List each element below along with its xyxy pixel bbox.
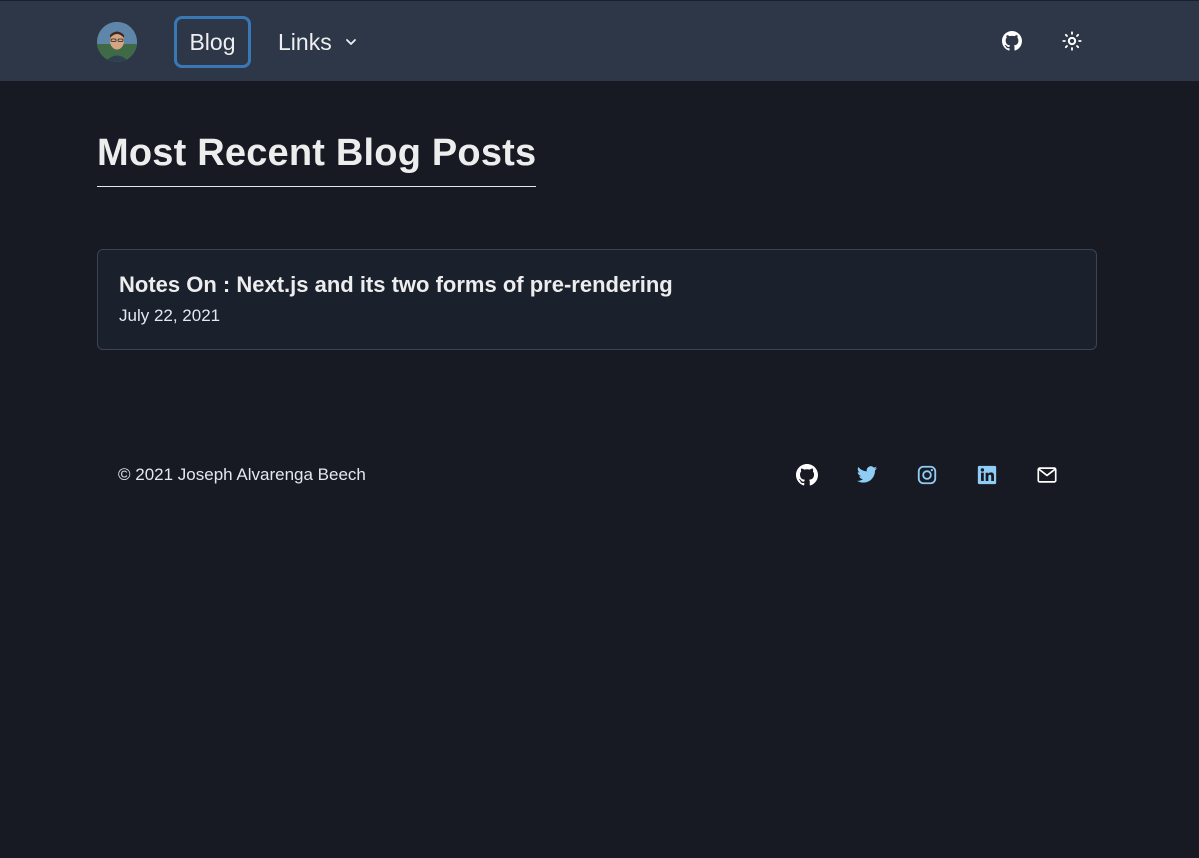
avatar[interactable]: [97, 22, 137, 62]
avatar-image: [97, 22, 137, 62]
top-navbar: Blog Links: [0, 0, 1199, 81]
chevron-down-icon: [345, 39, 356, 45]
post-date: July 22, 2021: [119, 306, 221, 325]
footer-twitter-link[interactable]: [855, 463, 879, 487]
github-icon: [796, 464, 818, 486]
footer-email-link[interactable]: [1035, 463, 1059, 487]
twitter-icon: [856, 466, 878, 483]
footer-linkedin-link[interactable]: [975, 463, 999, 487]
footer-github-link[interactable]: [795, 463, 819, 487]
sun-icon: [1062, 31, 1082, 51]
theme-toggle-button[interactable]: [1060, 29, 1084, 53]
nav-blog-label: Blog: [189, 28, 236, 55]
linkedin-icon: [977, 465, 997, 485]
nav-blog-link[interactable]: Blog: [174, 16, 251, 68]
nav-github-button[interactable]: [1000, 29, 1024, 53]
nav-links-label: Links: [278, 28, 332, 55]
footer-instagram-link[interactable]: [915, 463, 939, 487]
instagram-icon: [917, 465, 937, 485]
github-icon: [1002, 31, 1022, 51]
nav-links-dropdown[interactable]: Links: [278, 16, 358, 68]
page-title: Most Recent Blog Posts: [97, 130, 537, 187]
footer-copyright: © 2021 Joseph Alvarenga Beech: [118, 465, 366, 484]
blog-post-card[interactable]: Notes On : Next.js and its two forms of …: [97, 249, 1097, 350]
post-title[interactable]: Notes On : Next.js and its two forms of …: [119, 272, 673, 298]
mail-icon: [1037, 467, 1057, 483]
